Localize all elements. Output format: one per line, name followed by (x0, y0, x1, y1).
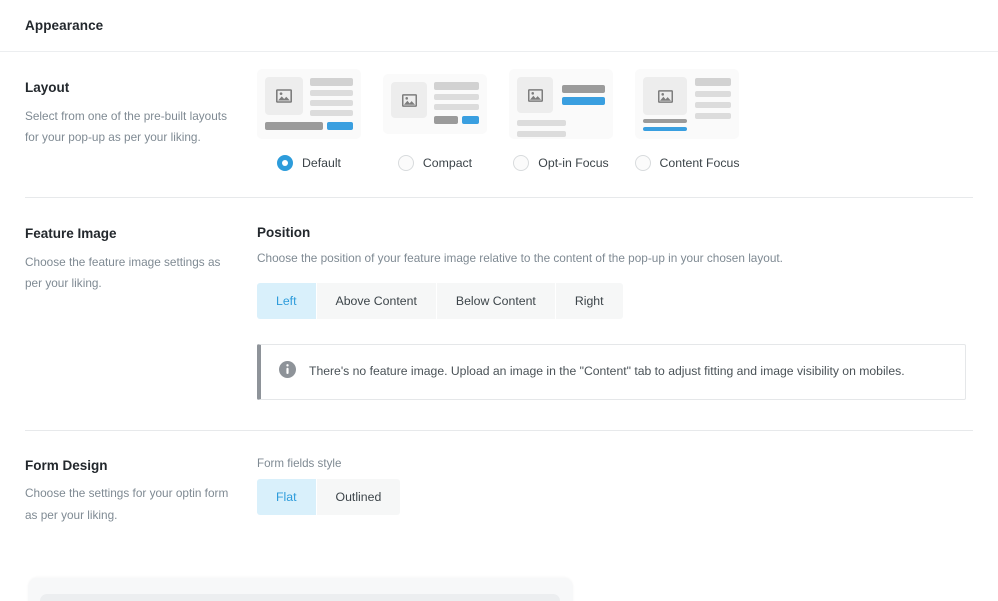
feature-image-section-description: Choose the feature image settings as per… (25, 254, 221, 291)
layout-option-default[interactable]: Default (257, 69, 361, 171)
position-title: Position (257, 225, 311, 240)
feature-image-position-container: Position Choose the position of your fea… (257, 225, 973, 400)
radio-default[interactable] (277, 155, 294, 171)
layout-preview-optin-focus[interactable] (509, 69, 613, 139)
layout-section-description: Select from one of the pre-built layouts… (25, 108, 227, 145)
layout-options-list: Default Compact Opt-in Focus Content Foc… (257, 69, 973, 171)
form-design-section-info: Form Design Choose the settings for your… (25, 457, 257, 527)
image-placeholder-icon (391, 82, 427, 118)
form-fields-style-label: Form fields style (257, 456, 342, 470)
layout-radio-row-content-focus[interactable]: Content Focus (634, 155, 740, 171)
layout-preview-default[interactable] (257, 69, 361, 139)
layout-option-optin-focus[interactable]: Opt-in Focus (509, 69, 613, 171)
form-fields-style-tab-flat[interactable]: Flat (257, 478, 317, 515)
feature-image-section-title: Feature Image (25, 226, 117, 241)
layout-label-content-focus: Content Focus (659, 156, 740, 170)
notice-message: There's no feature image. Upload an imag… (309, 364, 905, 379)
position-tab-right[interactable]: Right (555, 282, 623, 319)
layout-radio-row-compact[interactable]: Compact (397, 155, 473, 171)
feature-image-section: Feature Image Choose the feature image s… (0, 198, 998, 400)
form-design-section-description: Choose the settings for your optin form … (25, 486, 229, 523)
image-placeholder-icon (517, 77, 553, 113)
layout-option-content-focus[interactable]: Content Focus (634, 69, 740, 171)
next-section-card-inner-peek (40, 594, 560, 601)
layout-label-default: Default (302, 156, 341, 170)
appearance-settings-panel: Appearance Layout Select from one of the… (0, 0, 998, 601)
radio-compact[interactable] (397, 155, 414, 171)
position-tab-above-content[interactable]: Above Content (316, 282, 437, 319)
layout-section: Layout Select from one of the pre-built … (0, 52, 998, 171)
radio-optin-focus[interactable] (513, 155, 530, 171)
form-fields-style-tab-group[interactable]: Flat Outlined (257, 478, 401, 515)
page-title: Appearance (25, 18, 104, 33)
form-fields-style-tab-outlined[interactable]: Outlined (316, 478, 401, 515)
panel-header: Appearance (0, 0, 998, 52)
position-tab-below-content[interactable]: Below Content (436, 282, 556, 319)
layout-label-compact: Compact (422, 156, 473, 170)
position-tab-left[interactable]: Left (257, 282, 317, 319)
form-design-section: Form Design Choose the settings for your… (0, 431, 998, 527)
position-tab-group[interactable]: Left Above Content Below Content Right (257, 282, 623, 319)
layout-radio-row-optin-focus[interactable]: Opt-in Focus (513, 155, 609, 171)
form-design-section-title: Form Design (25, 457, 108, 473)
form-fields-style-container: Form fields style Flat Outlined (257, 457, 973, 515)
layout-option-compact[interactable]: Compact (383, 69, 487, 171)
image-placeholder-icon (265, 77, 303, 115)
position-description: Choose the position of your feature imag… (257, 251, 783, 265)
layout-radio-row-default[interactable]: Default (277, 155, 341, 171)
radio-content-focus[interactable] (634, 155, 651, 171)
layout-label-optin-focus: Opt-in Focus (538, 156, 609, 170)
no-feature-image-notice: There's no feature image. Upload an imag… (257, 343, 966, 400)
feature-image-section-info: Feature Image Choose the feature image s… (25, 225, 257, 295)
layout-preview-content-focus[interactable] (635, 69, 739, 139)
image-placeholder-icon (643, 77, 687, 115)
layout-section-info: Layout Select from one of the pre-built … (25, 79, 257, 149)
layout-options-container: Default Compact Opt-in Focus Content Foc… (257, 69, 973, 171)
layout-section-title: Layout (25, 80, 70, 95)
info-icon (279, 360, 296, 383)
layout-preview-compact[interactable] (383, 74, 487, 134)
